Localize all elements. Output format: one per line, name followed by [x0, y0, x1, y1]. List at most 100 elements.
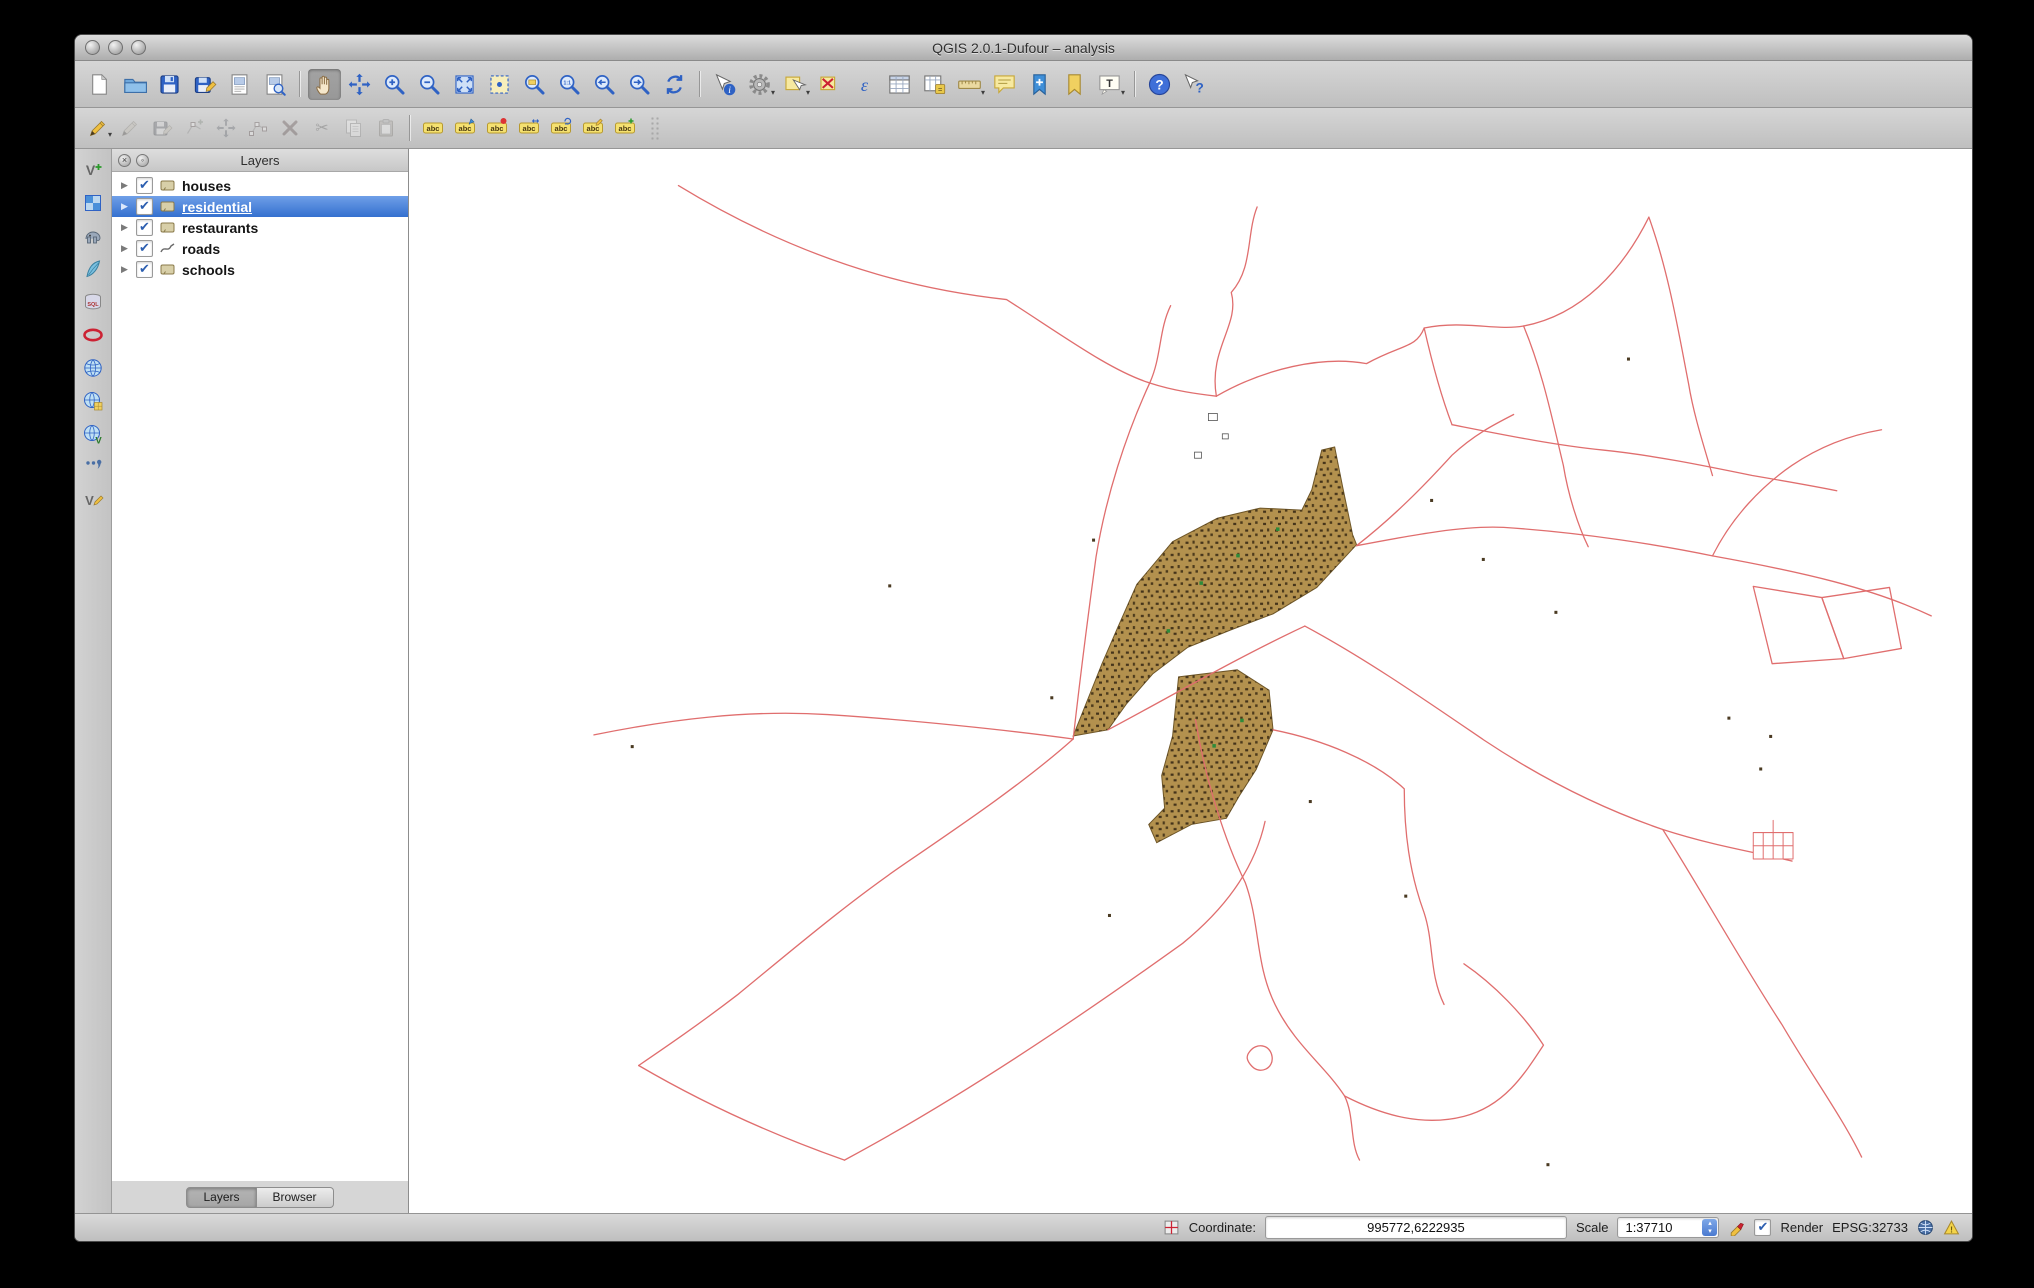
add-wfs-layer-button[interactable]: V [79, 421, 107, 447]
add-vector-layer-button[interactable]: V [79, 157, 107, 183]
label-properties-button[interactable]: abc [578, 114, 608, 142]
zoom-button[interactable] [131, 40, 146, 55]
new-bookmark-button[interactable] [1023, 69, 1056, 100]
layer-row-restaurants[interactable]: ▶ ✔ restaurants [112, 217, 408, 238]
scale-stepper[interactable]: ▴ ▾ [1702, 1219, 1718, 1236]
render-checkbox[interactable]: ✔ [1754, 1219, 1772, 1236]
add-feature-button[interactable] [179, 114, 209, 142]
show-bookmarks-button[interactable] [1058, 69, 1091, 100]
cut-features-button[interactable]: ✂ [307, 114, 337, 142]
open-attribute-table-button[interactable] [883, 69, 916, 100]
layer-row-roads[interactable]: ▶ ✔ roads [112, 238, 408, 259]
touch-zoom-pan-button[interactable] [308, 68, 341, 100]
add-mssql-layer-button[interactable]: SQL [79, 289, 107, 315]
copy-features-button[interactable] [339, 114, 369, 142]
layer-visibility-checkbox[interactable]: ✔ [136, 177, 153, 194]
layer-row-schools[interactable]: ▶ ✔ schools [112, 259, 408, 280]
mouse-position-icon[interactable] [1163, 1219, 1180, 1236]
zoom-in-button[interactable] [378, 69, 411, 100]
save-project-as-button[interactable] [188, 69, 221, 100]
open-project-button[interactable] [118, 69, 151, 100]
help-contents-button[interactable]: ? [1143, 69, 1176, 100]
label-pin-button[interactable]: abc [450, 114, 480, 142]
deselect-features-button[interactable] [813, 69, 846, 100]
zoom-native-resolution-button[interactable]: 1:1 [553, 69, 586, 100]
save-layer-edits-button[interactable] [147, 114, 177, 142]
minimize-button[interactable] [108, 40, 123, 55]
save-project-button[interactable] [153, 69, 186, 100]
add-wcs-layer-button[interactable] [79, 388, 107, 414]
expand-arrow-icon[interactable]: ▶ [119, 201, 130, 212]
refresh-map-button[interactable] [658, 69, 691, 100]
run-feature-action-button[interactable]: ▾ [743, 69, 776, 100]
map-tips-button[interactable] [988, 69, 1021, 100]
expand-arrow-icon[interactable]: ▶ [119, 264, 130, 275]
expand-arrow-icon[interactable]: ▶ [119, 243, 130, 254]
measure-button[interactable]: ▾ [953, 69, 986, 100]
text-annotation-button[interactable]: T ▾ [1093, 69, 1126, 100]
scale-combo[interactable]: 1:37710 ▴ ▾ [1617, 1217, 1720, 1238]
identify-features-button[interactable]: i [708, 69, 741, 100]
add-postgis-layer-button[interactable] [79, 223, 107, 249]
new-print-composer-button[interactable] [223, 69, 256, 100]
labeling-button[interactable]: abc [418, 114, 448, 142]
new-project-icon [92, 73, 108, 95]
close-button[interactable] [85, 40, 100, 55]
panel-tab-layers[interactable]: Layers [186, 1186, 257, 1208]
add-delimited-text-layer-button[interactable] [79, 454, 107, 480]
main-area: V SQL V V × ◦ Layers ▶ ✔ houses ▶ ✔ residential ▶… [75, 149, 1972, 1213]
coordinate-input[interactable] [1264, 1216, 1567, 1239]
add-raster-layer-button[interactable] [79, 190, 107, 216]
move-feature-button[interactable] [211, 114, 241, 142]
crs-status-icon[interactable] [1917, 1219, 1934, 1236]
add-oracle-layer-button[interactable] [79, 322, 107, 348]
select-by-expression-button[interactable]: ε [848, 69, 881, 100]
zoom-to-selection-button[interactable] [483, 69, 516, 100]
layer-visibility-checkbox[interactable]: ✔ [136, 240, 153, 257]
field-calculator-button[interactable]: = [918, 69, 951, 100]
layer-row-residential[interactable]: ▶ ✔ residential [112, 196, 408, 217]
small-structure [1752, 819, 1794, 860]
layers-panel-header[interactable]: × ◦ Layers [112, 149, 408, 172]
map-canvas[interactable] [409, 149, 1972, 1213]
zoom-out-button[interactable] [413, 69, 446, 100]
add-spatialite-layer-button[interactable] [79, 256, 107, 282]
current-edits-button[interactable]: ▾ [83, 114, 113, 142]
layer-visibility-checkbox[interactable]: ✔ [136, 261, 153, 278]
paste-features-button[interactable] [371, 114, 401, 142]
messages-log-icon[interactable]: ! [1943, 1219, 1960, 1236]
titlebar[interactable]: QGIS 2.0.1-Dufour – analysis [75, 35, 1972, 61]
label-move-button[interactable]: abc [514, 114, 544, 142]
panel-tab-browser[interactable]: Browser [256, 1186, 334, 1208]
new-project-button[interactable] [83, 69, 116, 100]
layer-visibility-checkbox[interactable]: ✔ [136, 219, 153, 236]
render-status-icon[interactable] [1728, 1219, 1745, 1236]
polygon-layer-icon [160, 201, 175, 212]
label-rotate-button[interactable]: abc [546, 114, 576, 142]
layer-row-houses[interactable]: ▶ ✔ houses [112, 175, 408, 196]
whats-this-button[interactable]: ? [1178, 69, 1211, 100]
add-wms-layer-button[interactable] [79, 355, 107, 381]
label-highlight-button[interactable]: abc [482, 114, 512, 142]
layer-visibility-checkbox[interactable]: ✔ [136, 198, 153, 215]
panel-float-icon[interactable]: ◦ [136, 153, 149, 167]
new-shapefile-layer-button[interactable]: V [79, 487, 107, 513]
svg-text:ε: ε [861, 74, 869, 94]
label-add-button[interactable]: abc [610, 114, 640, 142]
expand-arrow-icon[interactable]: ▶ [119, 180, 130, 191]
zoom-last-button[interactable] [588, 69, 621, 100]
zoom-full-extent-button[interactable] [448, 69, 481, 100]
panel-close-icon[interactable]: × [118, 153, 131, 167]
pan-map-to-selection-button[interactable] [343, 69, 376, 100]
expand-arrow-icon[interactable]: ▶ [119, 222, 130, 233]
zoom-to-layer-button[interactable] [518, 69, 551, 100]
toggle-editing-button[interactable] [115, 114, 145, 142]
svg-text:abc: abc [427, 124, 440, 133]
select-features-button[interactable]: ▾ [778, 69, 811, 100]
zoom-next-button[interactable] [623, 69, 656, 100]
node-tool-button[interactable] [243, 114, 273, 142]
composer-manager-button[interactable] [258, 69, 291, 100]
help-contents-icon: ? [1148, 73, 1171, 95]
delete-selected-button[interactable] [275, 114, 305, 142]
toolbar-handle[interactable] [650, 116, 660, 140]
